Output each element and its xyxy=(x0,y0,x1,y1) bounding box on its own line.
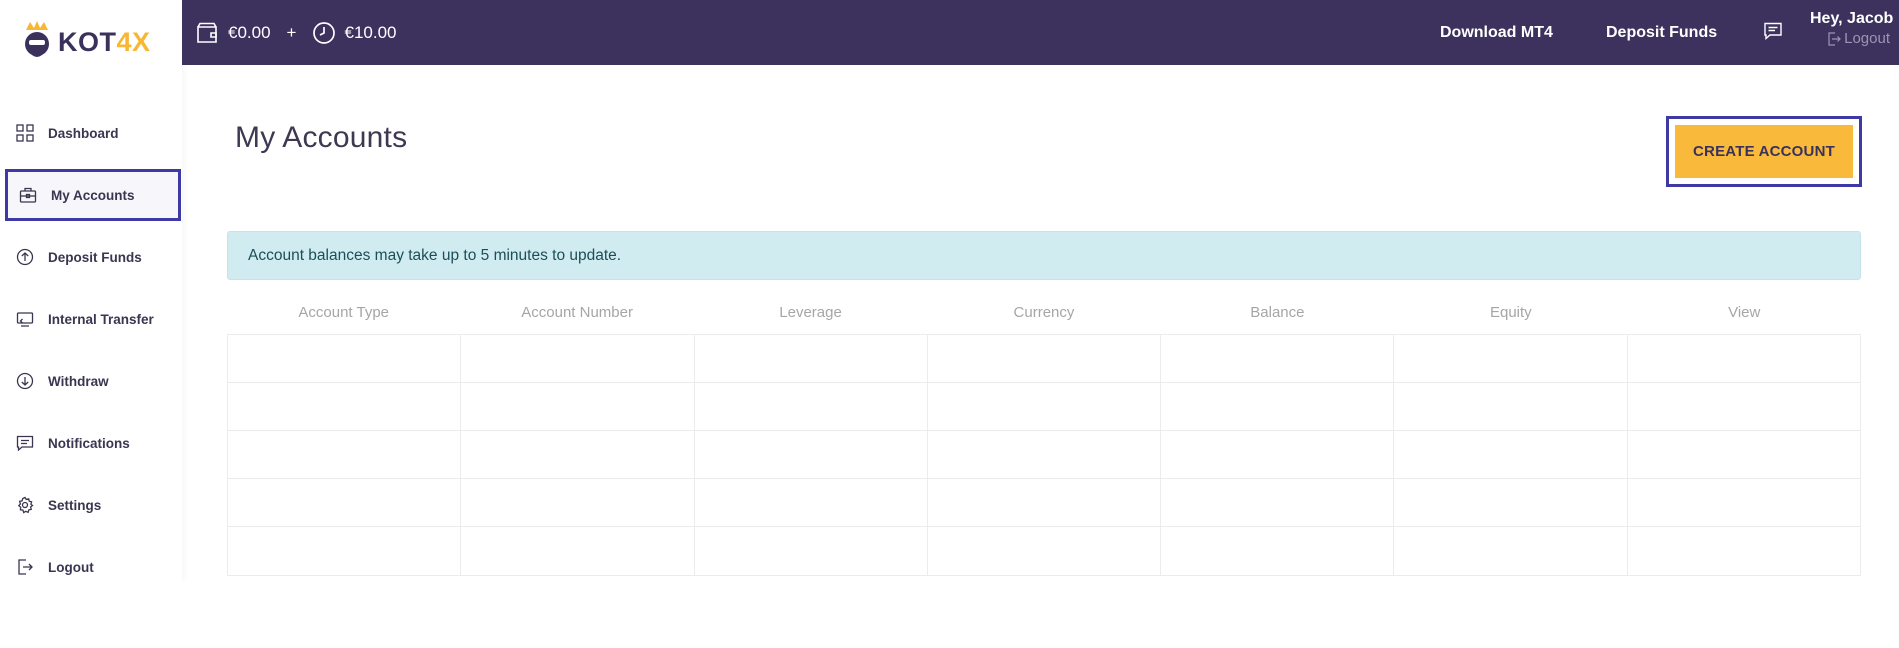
sidebar-item-my-accounts[interactable]: My Accounts xyxy=(5,169,181,221)
user-menu: Hey, Jacob Logout xyxy=(1810,10,1894,47)
create-account-highlight: CREATE ACCOUNT xyxy=(1666,116,1862,187)
sidebar-item-internal-transfer[interactable]: Internal Transfer xyxy=(0,288,182,350)
page-bottom-blank xyxy=(0,581,1899,648)
clock-icon xyxy=(313,21,336,44)
table-row xyxy=(228,335,1860,383)
column-balance[interactable]: Balance xyxy=(1161,304,1394,321)
briefcase-icon xyxy=(19,186,37,204)
sidebar-item-withdraw[interactable]: Withdraw xyxy=(0,350,182,412)
sidebar-item-deposit-funds[interactable]: Deposit Funds xyxy=(0,226,182,288)
alert-text: Account balances may take up to 5 minute… xyxy=(248,246,622,264)
sidebar-item-label: Settings xyxy=(48,497,102,513)
column-currency[interactable]: Currency xyxy=(927,304,1160,321)
arrow-up-circle-icon xyxy=(16,248,34,266)
sidebar-nav: Dashboard My Accounts Deposit Funds Inte… xyxy=(0,102,182,598)
column-leverage[interactable]: Leverage xyxy=(694,304,927,321)
user-greeting: Hey, Jacob xyxy=(1810,10,1894,27)
sidebar-item-label: My Accounts xyxy=(51,187,135,203)
arrow-down-circle-icon xyxy=(16,372,34,390)
top-logout-link[interactable]: Logout xyxy=(1810,30,1890,47)
create-account-button[interactable]: CREATE ACCOUNT xyxy=(1675,125,1853,178)
table-row xyxy=(228,431,1860,479)
logout-icon xyxy=(1828,31,1841,46)
table-row xyxy=(228,479,1860,527)
table-row xyxy=(228,527,1860,575)
sidebar-item-label: Notifications xyxy=(48,435,130,451)
logout-icon xyxy=(16,558,34,576)
gear-icon xyxy=(16,496,34,514)
grid-icon xyxy=(16,124,34,142)
brand-name: KOT4X xyxy=(58,26,151,57)
brand-logo[interactable]: KOT4X xyxy=(20,18,151,66)
bonus-balance: €10.00 xyxy=(344,22,397,42)
logout-label: Logout xyxy=(1844,30,1890,47)
wallet-icon xyxy=(197,22,217,43)
sidebar-item-label: Logout xyxy=(48,559,94,575)
messages-icon[interactable] xyxy=(1763,21,1783,41)
table-header: Account Type Account Number Leverage Cur… xyxy=(227,290,1861,334)
accounts-table: Account Type Account Number Leverage Cur… xyxy=(227,290,1861,576)
download-mt4-link[interactable]: Download MT4 xyxy=(1440,0,1553,65)
page-title: My Accounts xyxy=(235,121,408,154)
sidebar-item-notifications[interactable]: Notifications xyxy=(0,412,182,474)
column-account-type[interactable]: Account Type xyxy=(227,304,460,321)
chat-icon xyxy=(16,434,34,452)
deposit-funds-link[interactable]: Deposit Funds xyxy=(1606,0,1717,65)
column-account-number[interactable]: Account Number xyxy=(460,304,693,321)
transfer-icon xyxy=(16,310,34,328)
plus-sign: + xyxy=(286,22,297,42)
sidebar-item-dashboard[interactable]: Dashboard xyxy=(0,102,182,164)
column-equity[interactable]: Equity xyxy=(1394,304,1627,321)
sidebar-item-label: Dashboard xyxy=(48,125,119,141)
info-alert: Account balances may take up to 5 minute… xyxy=(227,231,1861,280)
column-view[interactable]: View xyxy=(1628,304,1861,321)
sidebar-item-label: Withdraw xyxy=(48,373,109,389)
top-bar: €0.00 + €10.00 Download MT4 Deposit Fund… xyxy=(182,0,1899,65)
table-row xyxy=(228,383,1860,431)
table-body xyxy=(227,334,1861,576)
sidebar-item-settings[interactable]: Settings xyxy=(0,474,182,536)
sidebar-item-label: Internal Transfer xyxy=(48,311,154,327)
sidebar: KOT4X Dashboard My Accounts Deposit Fund… xyxy=(0,0,182,581)
sidebar-item-label: Deposit Funds xyxy=(48,249,142,265)
account-balance: €0.00 xyxy=(228,22,271,42)
balance-summary: €0.00 + €10.00 xyxy=(196,0,396,65)
logo-mascot-icon xyxy=(25,21,49,57)
